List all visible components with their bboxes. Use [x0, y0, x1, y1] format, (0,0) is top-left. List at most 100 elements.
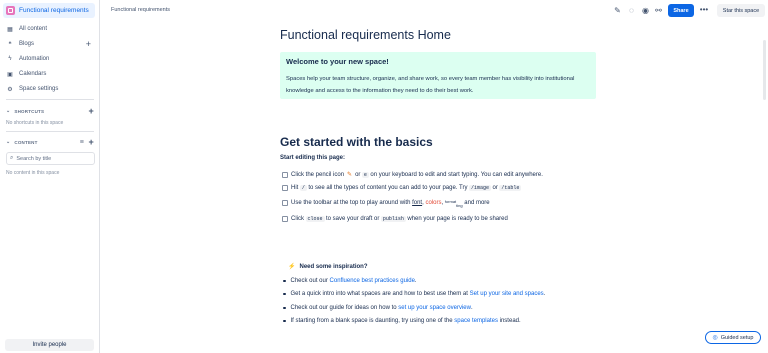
grid-icon: ▦ [7, 26, 13, 33]
sidebar-item-calendars[interactable]: ▣ Calendars [3, 68, 97, 80]
list-text: Get a quick intro into what spaces are a… [290, 291, 468, 297]
sidebar-item-label: Automation [19, 56, 50, 62]
inline-code: /table [499, 185, 522, 191]
space-templates-link[interactable]: space templates [454, 318, 498, 324]
bullet [283, 306, 286, 310]
task-item: Click the pencil icon ✎ or e on your key… [282, 171, 543, 178]
link-icon[interactable]: ⚯ [654, 6, 663, 15]
inline-code: close [305, 216, 325, 222]
search-icon: ⌕ [10, 155, 14, 161]
sidebar-item-automation[interactable]: ϟ Automation [3, 53, 97, 65]
content-label: CONTENT [14, 139, 38, 145]
content-section-header[interactable]: ⌄ CONTENT ≡ + [3, 137, 97, 147]
pencil-icon: ✎ [347, 172, 353, 178]
sidebar-item-space-settings[interactable]: ⚙ Space settings [3, 83, 97, 95]
star-space-button[interactable]: Star this space [717, 4, 765, 17]
task-text: and more [464, 200, 490, 206]
space-header[interactable]: Functional requirements [3, 3, 95, 18]
panel-title: Welcome to your new space! [286, 57, 389, 66]
task-text: , [422, 200, 424, 206]
more-actions-button[interactable]: ••• [697, 5, 711, 16]
quote-icon: ❝ [8, 41, 12, 48]
task-checkbox[interactable] [282, 185, 288, 191]
task-item: Hit / to see all the types of content yo… [282, 185, 523, 191]
gear-icon: ⚙ [7, 86, 13, 93]
list-item: Check out our guide for ideas on how to … [283, 305, 473, 311]
setup-site-link[interactable]: Set up your site and spaces [470, 291, 544, 297]
chevron-down-icon: ⌄ [6, 108, 11, 114]
inline-code: publish [380, 216, 406, 222]
edit-pencil-icon[interactable]: ✎ [613, 6, 622, 15]
task-text: when your page is ready to be shared [407, 216, 508, 222]
guided-setup-icon: ◎ [712, 335, 718, 341]
task-text: on your keyboard to edit and start typin… [370, 171, 543, 178]
format-example: format [444, 198, 457, 204]
filter-icon[interactable]: ≡ [80, 139, 84, 146]
inspiration-heading: ⚡ Need some inspiration? [288, 263, 368, 271]
guided-setup-button[interactable]: ◎ Guided setup [705, 331, 761, 344]
sidebar-item-all-content[interactable]: ▦ All content [3, 23, 97, 35]
task-text: or [355, 171, 361, 178]
task-text: , [441, 200, 444, 206]
list-text: Check out our guide for ideas on how to [290, 305, 397, 311]
sidebar-item-label: Blogs [19, 41, 35, 47]
task-checkbox[interactable] [282, 200, 288, 206]
chevron-down-icon: ⌄ [6, 139, 11, 145]
invite-people-button[interactable]: Invite people [5, 339, 94, 351]
task-text: Hit [291, 185, 299, 191]
space-overview-link[interactable]: set up your space overview [398, 305, 471, 311]
add-blog-icon[interactable]: + [86, 39, 91, 49]
page-title: Functional requirements Home [280, 28, 451, 42]
task-text: Click the pencil icon [291, 171, 345, 178]
section-heading: Get started with the basics [280, 135, 433, 149]
sidebar-item-label: Space settings [19, 86, 59, 92]
best-practices-link[interactable]: Confluence best practices guide [330, 278, 415, 284]
task-text: Use the toolbar at the top to play aroun… [291, 200, 411, 206]
task-text: to see all the types of content you can … [308, 185, 468, 191]
breadcrumb[interactable]: Functional requirements [111, 7, 170, 13]
magic-wand-icon: ⚡ [288, 264, 296, 270]
section-subheading: Start editing this page: [280, 155, 346, 161]
content-empty-text: No content in this space [6, 170, 60, 176]
guided-setup-label: Guided setup [720, 334, 754, 341]
share-button[interactable]: Share [668, 4, 694, 17]
search-by-title-input[interactable]: ⌕ Search by title [6, 152, 95, 165]
list-text: . [414, 278, 417, 284]
task-text: Click [291, 216, 304, 222]
list-text: instead. [499, 318, 521, 324]
panel-text: Spaces help your team structure, organiz… [286, 76, 575, 94]
bullet [283, 292, 286, 296]
task-text: or [492, 185, 498, 191]
task-checkbox[interactable] [282, 216, 288, 222]
sidebar-item-blogs[interactable]: ❝ Blogs + [3, 38, 97, 50]
divider [6, 99, 94, 100]
list-text: Check out our [290, 278, 328, 284]
shortcuts-empty-text: No shortcuts in this space [6, 120, 64, 126]
sidebar-item-label: Calendars [19, 71, 47, 77]
list-text: . [470, 305, 473, 311]
add-shortcut-icon[interactable]: + [89, 106, 94, 116]
inline-code: /image [468, 185, 491, 191]
list-item: If starting from a blank space is daunti… [283, 318, 521, 324]
format-example: ting [456, 202, 463, 208]
shortcuts-label: SHORTCUTS [14, 108, 45, 114]
comment-icon[interactable]: ◌ [627, 6, 636, 15]
add-content-icon[interactable]: + [89, 137, 94, 147]
divider [6, 131, 94, 132]
shortcuts-section-header[interactable]: ⌄ SHORTCUTS + [3, 106, 97, 116]
task-text: to save your draft or [326, 216, 380, 222]
list-text: If starting from a blank space is daunti… [290, 318, 453, 324]
list-item: Get a quick intro into what spaces are a… [283, 291, 545, 297]
watch-eye-icon[interactable]: ◉ [641, 6, 650, 15]
scrollbar[interactable] [763, 40, 766, 100]
calendar-icon: ▣ [7, 71, 13, 78]
sidebar-item-label: All content [19, 26, 48, 32]
space-name: Functional requirements [19, 7, 89, 14]
font-example: font [412, 200, 423, 206]
task-checkbox[interactable] [282, 171, 288, 178]
inline-code: / [299, 185, 307, 191]
task-item: Use the toolbar at the top to play aroun… [282, 198, 490, 208]
inline-code: e [361, 171, 369, 178]
sidebar: Functional requirements ▦ All content ❝ … [0, 0, 100, 353]
list-text: . [543, 291, 546, 297]
